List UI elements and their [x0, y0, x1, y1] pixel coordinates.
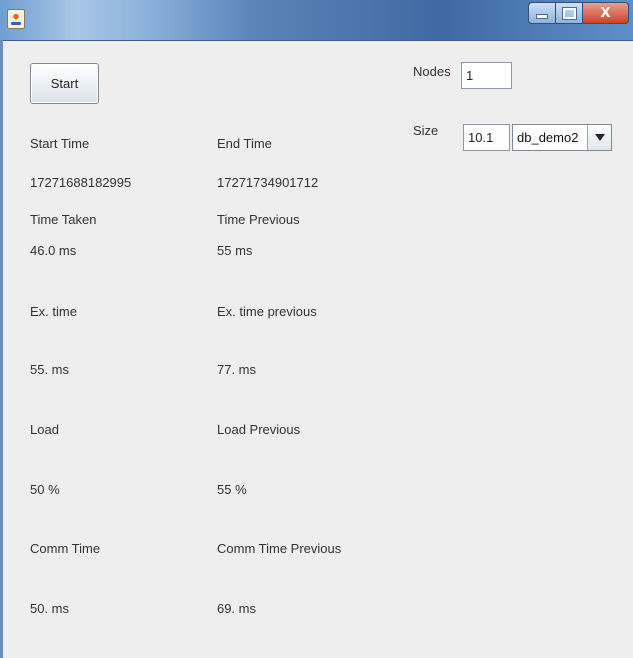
ex-time-value: 55. ms	[30, 362, 70, 377]
time-taken-value: 46.0 ms	[30, 243, 77, 258]
database-select[interactable]: db_demo2	[512, 124, 612, 151]
ex-time-label: Ex. time	[30, 304, 77, 319]
nodes-label: Nodes	[413, 64, 451, 79]
start-button[interactable]: Start	[30, 63, 99, 104]
size-input[interactable]: 10.1	[463, 124, 510, 151]
comm-time-previous-label: Comm Time Previous	[217, 541, 342, 556]
load-previous-label: Load Previous	[217, 422, 301, 437]
window-controls: X	[528, 2, 629, 24]
time-previous-value: 55 ms	[217, 243, 253, 258]
load-value: 50 %	[30, 482, 60, 497]
end-time-label: End Time	[217, 136, 272, 151]
title-bar[interactable]: X	[0, 0, 633, 41]
close-icon: X	[600, 5, 611, 21]
load-previous-value: 55 %	[217, 482, 247, 497]
comm-time-previous-value: 69. ms	[217, 601, 257, 616]
start-time-label: Start Time	[30, 136, 90, 151]
maximize-icon	[561, 6, 577, 20]
java-app-icon[interactable]	[7, 9, 25, 29]
ex-time-previous-value: 77. ms	[217, 362, 257, 377]
comm-time-value: 50. ms	[30, 601, 70, 616]
end-time-value: 17271734901712	[217, 175, 319, 190]
start-time-value: 17271688182995	[30, 175, 132, 190]
ex-time-previous-label: Ex. time previous	[217, 304, 317, 319]
window-border	[0, 40, 3, 658]
maximize-button[interactable]	[556, 2, 583, 24]
database-select-value: db_demo2	[513, 125, 588, 150]
minimize-icon	[536, 14, 548, 19]
dropdown-arrow-button[interactable]	[588, 125, 611, 150]
app-window: X Start Nodes 1 Size 10.1 db_demo2 Start…	[0, 0, 633, 658]
chevron-down-icon	[594, 134, 605, 141]
close-button[interactable]: X	[583, 2, 629, 24]
time-taken-label: Time Taken	[30, 212, 97, 227]
minimize-button[interactable]	[528, 2, 556, 24]
comm-time-label: Comm Time	[30, 541, 101, 556]
time-previous-label: Time Previous	[217, 212, 300, 227]
nodes-input[interactable]: 1	[461, 62, 512, 89]
size-label: Size	[413, 123, 439, 138]
load-label: Load	[30, 422, 59, 437]
